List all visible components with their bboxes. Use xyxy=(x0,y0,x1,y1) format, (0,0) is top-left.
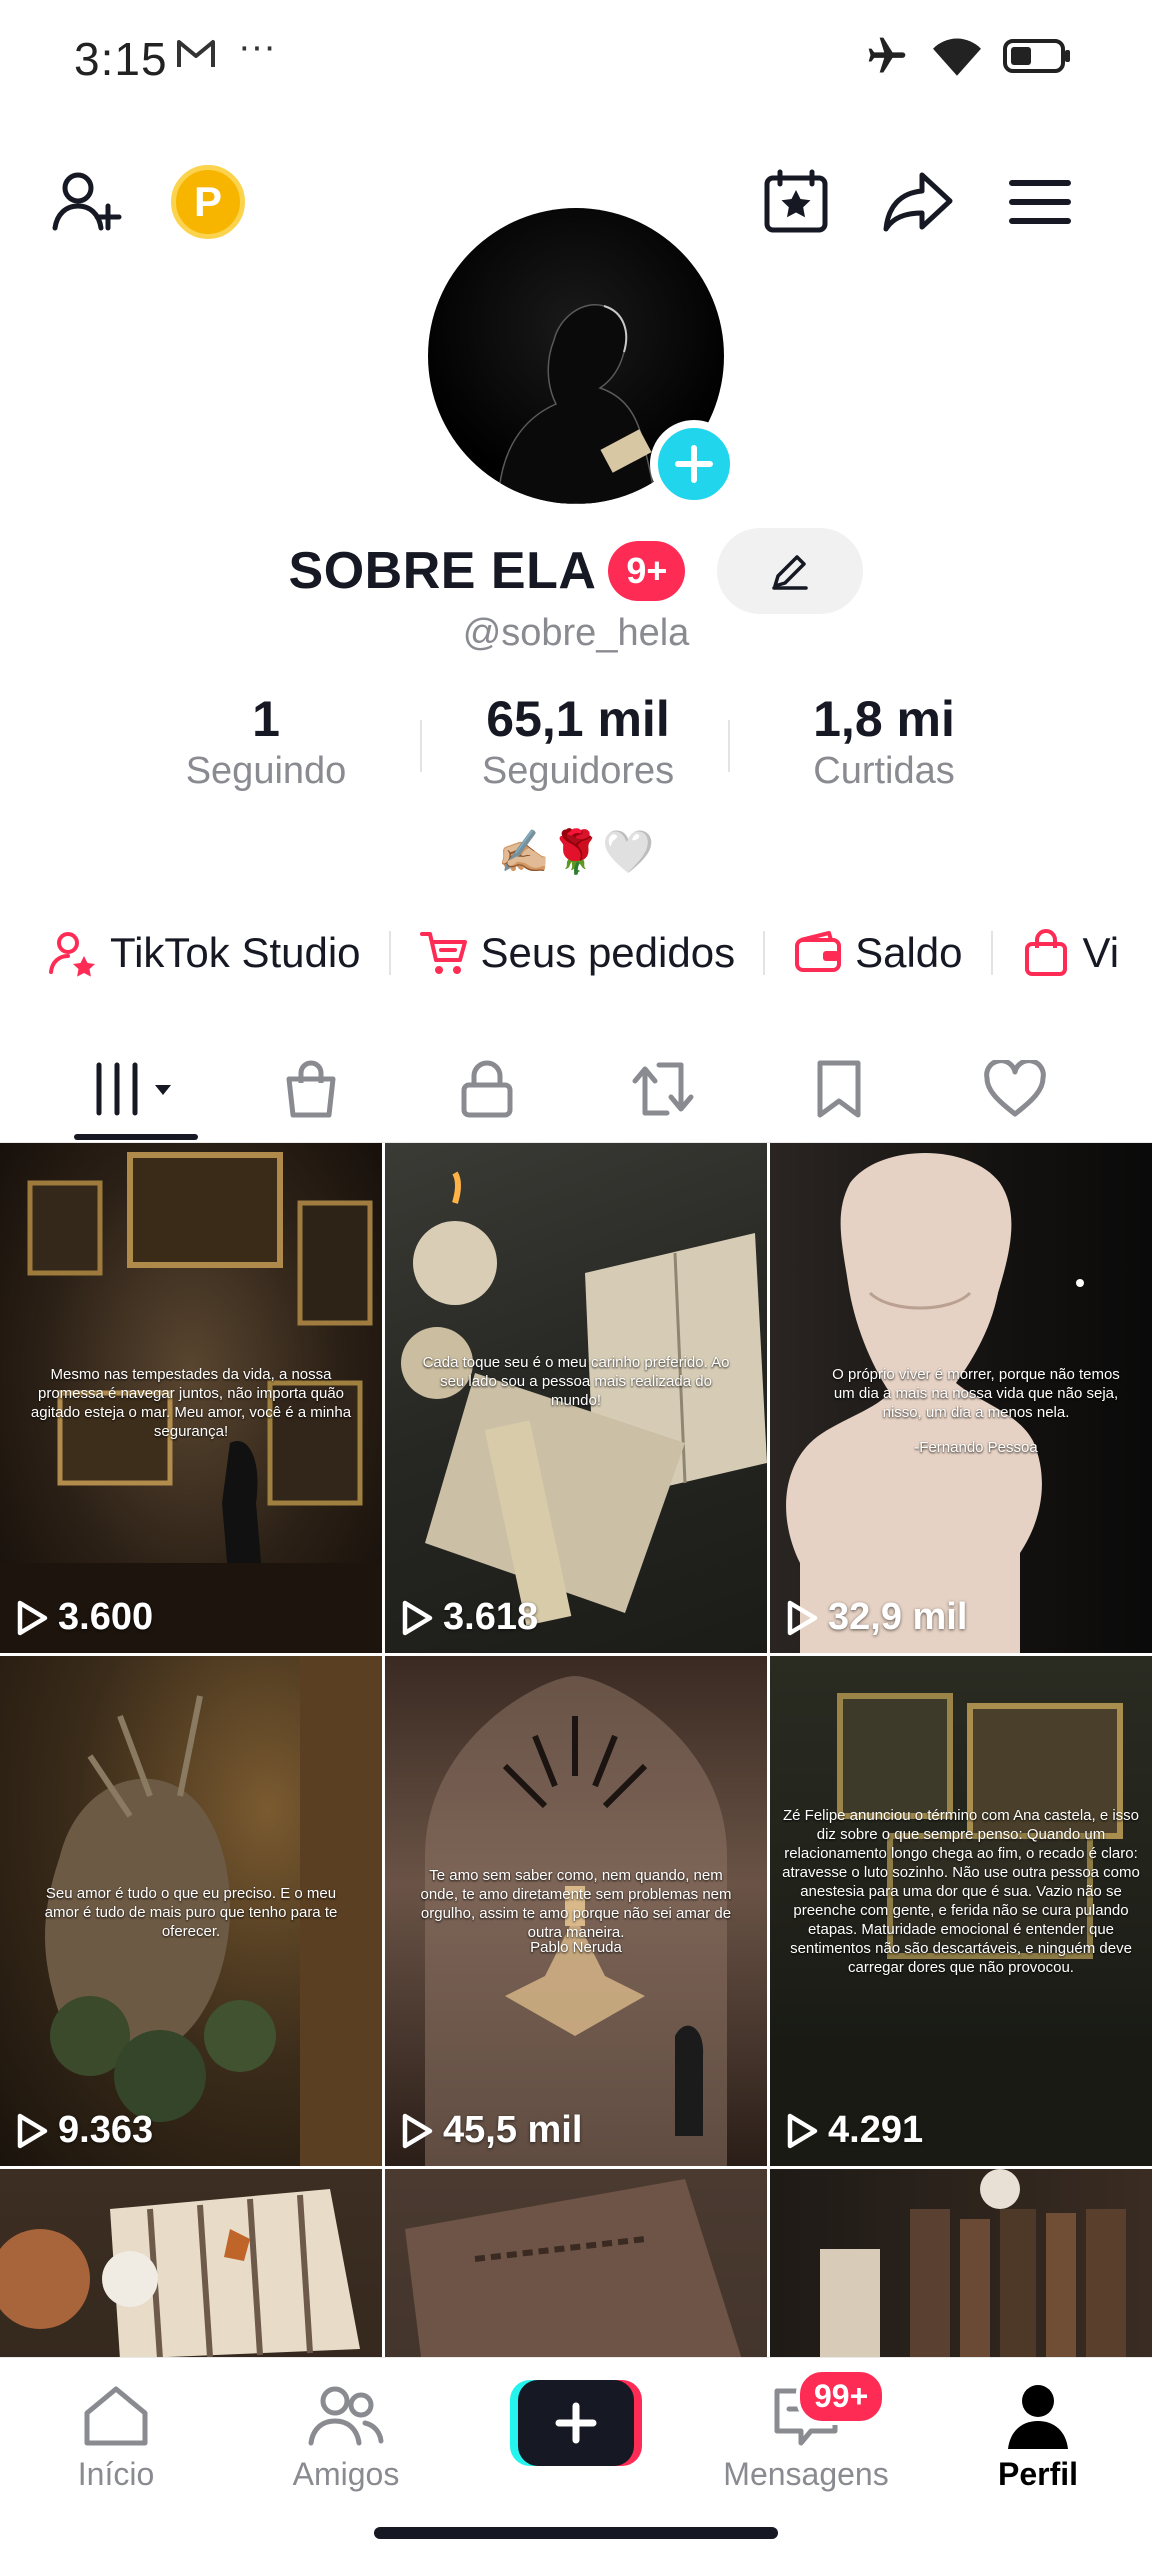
repost-icon xyxy=(632,1062,694,1116)
video-caption: Te amo sem saber como, nem quando, nem o… xyxy=(420,1867,732,1941)
view-count: 45,5 mil xyxy=(401,2109,582,2152)
tab-saved[interactable] xyxy=(774,1034,904,1144)
pencil-icon xyxy=(772,555,809,590)
video-caption-author: -Fernando Pessoa xyxy=(914,1439,1038,1456)
content-tabs xyxy=(0,1034,1152,1144)
profile-icon xyxy=(1008,2385,1068,2449)
tiktok-studio-link[interactable]: TikTok Studio xyxy=(48,928,361,978)
menu-button[interactable] xyxy=(988,150,1092,254)
coin-icon: P xyxy=(171,165,245,239)
stat-divider xyxy=(728,720,730,772)
orders-link[interactable]: Seus pedidos xyxy=(419,928,735,978)
create-button[interactable] xyxy=(510,2380,642,2466)
tab-videos[interactable] xyxy=(72,1034,202,1144)
balance-link[interactable]: Saldo xyxy=(793,928,963,978)
home-icon xyxy=(84,2386,148,2446)
view-count: 3.618 xyxy=(401,1596,538,1639)
profile-name: SOBRE ELA xyxy=(288,542,597,600)
play-icon xyxy=(17,2113,48,2148)
video-caption: Zé Felipe anunciou o término com Ana cas… xyxy=(782,1807,1140,1976)
thumbnail-image xyxy=(405,2179,742,2357)
video-caption-author: Pablo Neruda xyxy=(530,1939,622,1956)
bag-icon xyxy=(1024,929,1067,976)
play-icon xyxy=(787,2113,818,2148)
username: @sobre_hela xyxy=(462,612,690,654)
video-tile[interactable]: Te amo sem saber como, nem quando, nem o… xyxy=(385,1656,767,2166)
play-icon xyxy=(787,1600,818,1635)
thumbnail-image xyxy=(820,2169,1126,2357)
bookmark-icon xyxy=(817,1060,861,1118)
gmail-icon xyxy=(177,40,215,67)
video-tile[interactable]: O próprio viver é morrer, porque não tem… xyxy=(770,1143,1152,1653)
user-star-icon xyxy=(49,932,95,977)
grid-videos-icon xyxy=(96,1062,171,1116)
status-bar: 3:15 ··· xyxy=(0,0,1152,120)
shopping-bag-icon xyxy=(286,1060,336,1118)
video-caption: Seu amor é tudo o que eu preciso. E o me… xyxy=(44,1885,338,1940)
video-tile[interactable]: Mesmo nas tempestades da vida, a nossa p… xyxy=(0,1143,382,1653)
more-notifications-icon: ··· xyxy=(238,25,276,68)
calendar-star-icon xyxy=(764,169,828,233)
nav-home[interactable]: Início xyxy=(26,2380,206,2493)
hamburger-menu-icon xyxy=(1009,180,1071,224)
quick-links: TikTok Studio Seus pedidos Saldo Vi xyxy=(48,920,1119,986)
thumbnail-image xyxy=(0,2189,360,2357)
nav-friends[interactable]: Amigos xyxy=(256,2380,436,2493)
shop-link[interactable]: Vi xyxy=(1021,928,1119,978)
view-count: 32,9 mil xyxy=(786,1596,967,1639)
tab-private[interactable] xyxy=(422,1034,552,1144)
video-tile[interactable] xyxy=(0,2169,382,2357)
home-indicator[interactable] xyxy=(374,2527,778,2539)
stat-likes[interactable]: 1,8 mi Curtidas xyxy=(734,690,1034,793)
video-caption: O próprio viver é morrer, porque não tem… xyxy=(832,1366,1120,1421)
share-icon xyxy=(883,172,953,232)
stat-followers[interactable]: 65,1 mil Seguidores xyxy=(428,690,728,793)
share-profile-button[interactable] xyxy=(866,150,970,254)
video-caption: Mesmo nas tempestades da vida, a nossa p… xyxy=(30,1366,352,1440)
tab-reposts[interactable] xyxy=(598,1034,728,1144)
creator-calendar-button[interactable] xyxy=(744,150,848,254)
airplane-icon xyxy=(868,37,906,73)
profile-avatar-area xyxy=(428,208,738,508)
add-story-button[interactable] xyxy=(650,420,738,508)
stat-divider xyxy=(420,720,422,772)
messages-badge: 99+ xyxy=(796,2368,887,2425)
add-friend-button[interactable] xyxy=(34,150,138,254)
video-tile[interactable] xyxy=(385,2169,767,2357)
video-tile[interactable]: Seu amor é tudo o que eu preciso. E o me… xyxy=(0,1656,382,2166)
nav-profile[interactable]: Perfil xyxy=(948,2380,1128,2493)
coins-button[interactable]: P xyxy=(156,150,260,254)
friends-icon xyxy=(308,2386,384,2446)
play-icon xyxy=(402,1600,433,1635)
stat-following[interactable]: 1 Seguindo xyxy=(116,690,416,793)
video-caption: Cada toque seu é o meu carinho preferido… xyxy=(422,1354,730,1409)
wallet-icon xyxy=(795,931,842,972)
video-tile[interactable] xyxy=(770,2169,1152,2357)
battery-icon xyxy=(1003,39,1070,73)
profile-bio: ✍🏼🌹🤍 xyxy=(497,828,655,875)
view-count: 4.291 xyxy=(786,2109,923,2152)
tab-shop[interactable] xyxy=(246,1034,376,1144)
tab-liked[interactable] xyxy=(950,1034,1080,1144)
profile-stats: 1 Seguindo 65,1 mil Seguidores 1,8 mi Cu… xyxy=(0,690,1152,810)
edit-profile-button[interactable] xyxy=(717,528,864,614)
lock-icon xyxy=(461,1060,513,1118)
video-tile[interactable]: Zé Felipe anunciou o término com Ana cas… xyxy=(770,1656,1152,2166)
wifi-icon xyxy=(933,38,981,76)
plus-icon xyxy=(675,445,713,483)
view-count: 9.363 xyxy=(16,2109,153,2152)
status-time: 3:15 xyxy=(74,33,168,85)
play-icon xyxy=(17,1600,48,1635)
add-user-icon xyxy=(52,172,122,231)
profile-name-row: SOBRE ELA 9+ xyxy=(0,528,1152,614)
create-plus-icon xyxy=(510,2380,642,2466)
play-icon xyxy=(402,2113,433,2148)
heart-icon xyxy=(984,1060,1046,1117)
active-tab-indicator xyxy=(74,1134,198,1140)
cart-icon xyxy=(419,932,467,974)
video-grid: Mesmo nas tempestades da vida, a nossa p… xyxy=(0,1143,1152,2357)
view-count: 3.600 xyxy=(16,1596,153,1639)
notification-badge[interactable]: 9+ xyxy=(608,541,686,601)
video-tile[interactable]: Cada toque seu é o meu carinho preferido… xyxy=(385,1143,767,1653)
